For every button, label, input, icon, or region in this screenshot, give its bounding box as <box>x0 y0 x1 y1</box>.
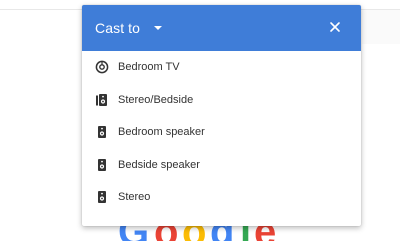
device-item-bedroom-tv[interactable]: Bedroom TV <box>82 51 361 84</box>
chromecast-icon <box>95 60 109 74</box>
cast-dialog-title: Cast to <box>95 20 141 36</box>
close-icon <box>330 22 340 32</box>
page-toolbar-area <box>362 10 400 44</box>
device-label: Bedside speaker <box>118 158 200 171</box>
device-label: Stereo <box>118 191 151 204</box>
device-item-stereo[interactable]: Stereo <box>82 181 361 214</box>
dropdown-arrow-icon <box>154 26 162 30</box>
device-item-bedside-speaker[interactable]: Bedside speaker <box>82 149 361 182</box>
cast-source-dropdown-button[interactable] <box>148 18 168 38</box>
speaker-icon <box>95 190 109 204</box>
speaker-icon <box>95 125 109 139</box>
speaker-group-icon <box>95 93 109 107</box>
device-label: Bedroom speaker <box>118 126 205 139</box>
cast-dialog-header: Cast to <box>82 5 361 51</box>
speaker-icon <box>95 158 109 172</box>
close-button[interactable] <box>326 18 344 36</box>
cast-dialog: Cast to Bedroom TV Stereo/Bedside Bedroo… <box>82 5 361 226</box>
cast-device-list: Bedroom TV Stereo/Bedside Bedroom speake… <box>82 51 361 214</box>
device-item-stereo-bedside[interactable]: Stereo/Bedside <box>82 84 361 117</box>
screen: G o o g l e Cast to Bedroom TV Stereo/Be… <box>0 0 400 241</box>
device-label: Stereo/Bedside <box>118 93 194 106</box>
device-item-bedroom-speaker[interactable]: Bedroom speaker <box>82 116 361 149</box>
device-label: Bedroom TV <box>118 61 180 73</box>
